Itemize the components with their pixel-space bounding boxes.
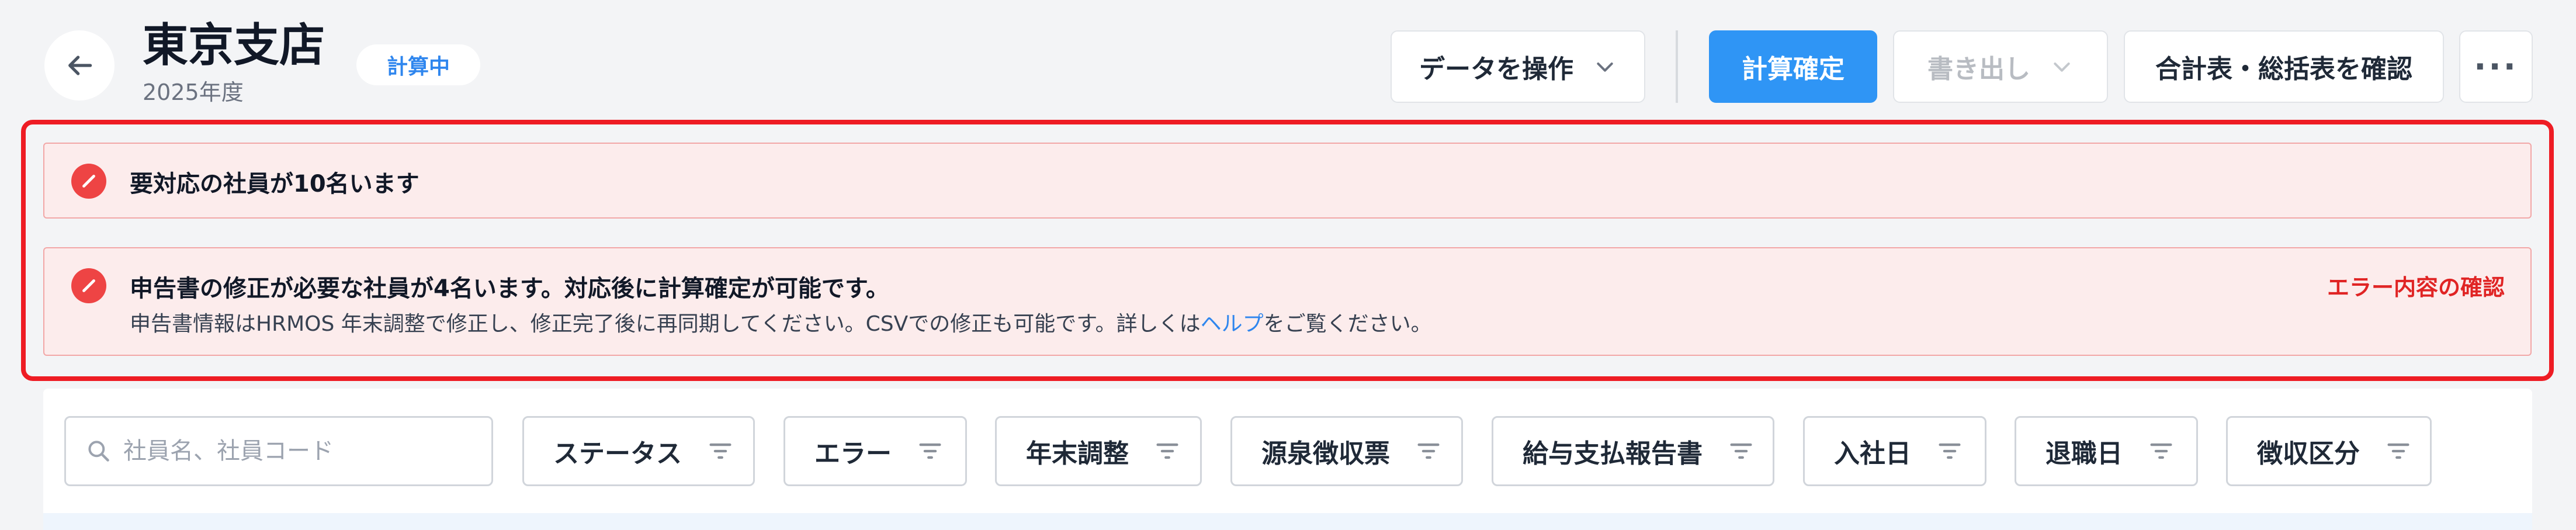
data-operations-button[interactable]: データを操作 [1391,30,1645,103]
alert-employees-action: 要対応の社員が10名います [43,143,2532,219]
filter-icon [1728,439,1754,463]
alert-title: 要対応の社員が10名います [130,171,419,198]
error-icon [71,164,106,199]
filter-label: 入社日 [1834,439,1911,469]
filter-payment-report-button[interactable]: 給与支払報告書 [1492,416,1774,486]
calculation-confirm-button[interactable]: 計算確定 [1709,30,1877,103]
filter-error-button[interactable]: エラー [783,416,967,486]
filter-icon [708,439,733,463]
alert-desc-text-end: をご覧ください。 [1263,312,1432,336]
table-header-strip [43,513,2532,530]
arrow-left-icon [68,56,92,75]
data-operations-label: データを操作 [1419,54,1573,84]
filter-retirement-date-button[interactable]: 退職日 [2015,416,2198,486]
error-icon [71,268,106,303]
search-input[interactable] [122,437,475,465]
filter-icon [1154,439,1180,463]
filter-hire-date-button[interactable]: 入社日 [1803,416,1986,486]
filter-status-button[interactable]: ステータス [522,416,755,486]
alert-title: 申告書の修正が必要な社員が4名います。対応後に計算確定が可能です。 [130,275,889,302]
filter-label: ステータス [553,439,682,469]
filter-icon [2148,439,2174,463]
fiscal-year: 2025年度 [143,79,244,105]
summary-check-button[interactable]: 合計表・総括表を確認 [2124,30,2444,103]
filter-label: エラー [814,439,892,469]
filter-icon [2386,439,2411,463]
export-button[interactable]: 書き出し [1893,30,2108,103]
filter-label: 退職日 [2045,439,2123,469]
search-icon [88,441,109,462]
filter-label: 源泉徴収票 [1261,439,1390,469]
export-label: 書き出し [1927,54,2030,84]
alert-description: 申告書情報はHRMOS 年末調整で修正し、修正完了後に再同期してください。CSV… [130,307,1432,337]
filter-icon [1937,439,1963,463]
help-link[interactable]: ヘルプ [1201,312,1264,336]
back-button[interactable] [44,30,115,101]
header-divider [1676,30,1678,103]
title-block: 東京支店 2025年度 [143,16,325,108]
more-options-button[interactable]: ··· [2459,30,2533,103]
filter-label: 徴収区分 [2257,439,2360,469]
filter-label: 給与支払報告書 [1523,439,1703,469]
filter-withholding-slip-button[interactable]: 源泉徴収票 [1230,416,1463,486]
status-badge: 計算中 [356,44,481,85]
filter-icon [1416,439,1441,463]
search-box[interactable] [64,416,493,486]
alert-desc-text: 申告書情報はHRMOS 年末調整で修正し、修正完了後に再同期してください。CSV… [130,312,1201,336]
filter-year-end-adjustment-button[interactable]: 年末調整 [995,416,1202,486]
chevron-down-icon [1593,55,1617,78]
chevron-down-icon [2050,55,2074,78]
filter-collection-type-button[interactable]: 徴収区分 [2226,416,2432,486]
alert-form-correction: 申告書の修正が必要な社員が4名います。対応後に計算確定が可能です。 申告書情報は… [43,247,2532,356]
filter-icon [917,439,943,463]
error-details-link[interactable]: エラー内容の確認 [2327,269,2505,302]
page-title: 東京支店 [143,19,325,72]
filter-label: 年末調整 [1026,439,1129,469]
